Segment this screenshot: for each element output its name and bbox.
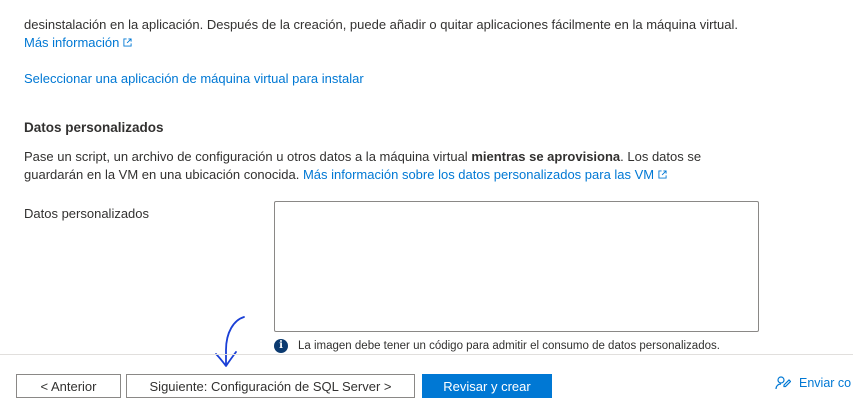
- custom-data-field-label: Datos personalizados: [24, 206, 150, 221]
- desc-bold: mientras se aprovisiona: [471, 149, 621, 164]
- info-icon: i: [274, 339, 288, 353]
- more-info-link[interactable]: Más información: [24, 35, 132, 50]
- next-sql-server-button[interactable]: Siguiente: Configuración de SQL Server >: [126, 374, 415, 398]
- custom-data-title: Datos personalizados: [24, 120, 164, 135]
- custom-data-info-text: La imagen debe tener un código para admi…: [298, 340, 720, 352]
- apps-intro: desinstalación en la aplicación. Después…: [24, 16, 844, 52]
- external-link-icon: [123, 38, 132, 47]
- external-link-icon: [658, 170, 667, 179]
- custom-data-info: i La imagen debe tener un código para ad…: [274, 339, 720, 353]
- apps-intro-text: desinstalación en la aplicación. Después…: [24, 17, 738, 32]
- annotation-arrow-icon: [215, 316, 245, 367]
- custom-data-more-info-link[interactable]: Más información sobre los datos personal…: [303, 167, 667, 182]
- custom-data-textarea[interactable]: [274, 201, 759, 332]
- send-feedback-label: Enviar co: [799, 376, 852, 390]
- footer-divider: [0, 354, 853, 355]
- send-feedback-link[interactable]: Enviar co: [775, 375, 851, 391]
- previous-button[interactable]: < Anterior: [16, 374, 121, 398]
- custom-data-description: Pase un script, un archivo de configurac…: [24, 148, 724, 184]
- select-vm-app-link[interactable]: Seleccionar una aplicación de máquina vi…: [24, 70, 364, 88]
- custom-data-link-label: Más información sobre los datos personal…: [302, 167, 655, 182]
- page: desinstalación en la aplicación. Después…: [0, 0, 853, 404]
- more-info-link-label: Más información: [24, 35, 120, 50]
- review-create-button[interactable]: Revisar y crear: [422, 374, 552, 398]
- feedback-icon: [775, 376, 791, 390]
- desc-text-1: Pase un script, un archivo de configurac…: [24, 149, 472, 164]
